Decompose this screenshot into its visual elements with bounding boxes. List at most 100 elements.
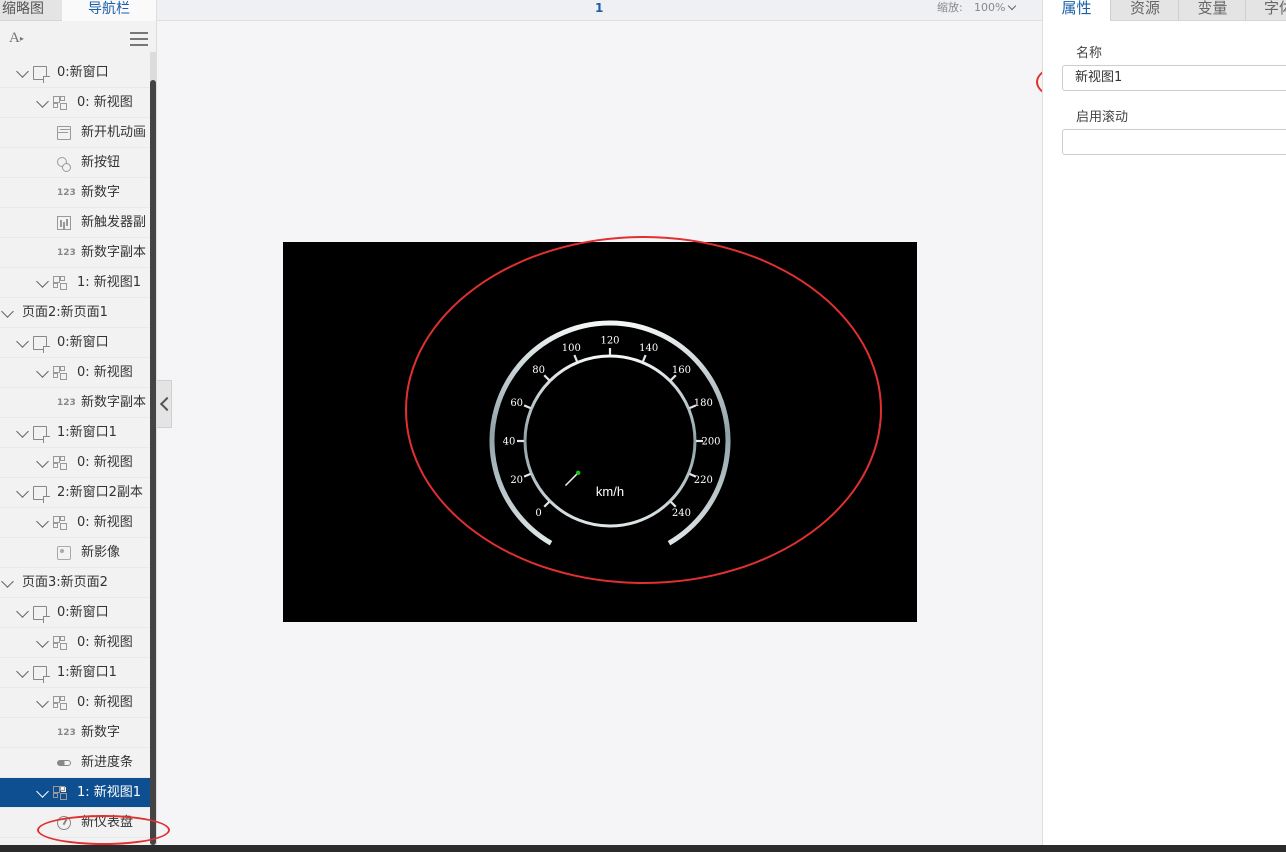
tree-item-label: 新开机动画 — [81, 125, 147, 140]
chevron-down-icon[interactable] — [36, 635, 49, 648]
button-icon — [57, 157, 71, 172]
gauge-tick-label: 120 — [600, 336, 619, 347]
gauge-tick-label: 220 — [694, 475, 713, 486]
tab-navigator[interactable]: 导航栏 — [62, 0, 156, 21]
tab-resources[interactable]: 资源 — [1112, 0, 1179, 21]
window-icon — [33, 66, 50, 83]
navigation-panel: 缩略图 导航栏 A▸ 0:新窗口 0: 新视图 新开机动画 新按钮 123 新数字 新触发器… — [0, 0, 157, 852]
number-icon: 123 — [57, 398, 76, 408]
view-icon — [53, 96, 67, 110]
zoom-select[interactable]: 100% — [974, 0, 1005, 16]
tree-item-label: 页面3:新页面2 — [22, 575, 108, 590]
chevron-down-icon[interactable] — [1, 305, 14, 318]
view-icon — [53, 636, 67, 650]
tree-item-label: 0: 新视图 — [77, 695, 133, 710]
tree-item[interactable]: 新进度条 — [0, 748, 150, 778]
chevron-down-icon[interactable] — [36, 365, 49, 378]
chevron-down-icon[interactable] — [16, 65, 29, 78]
view-icon — [53, 366, 67, 380]
tree-item[interactable]: 0: 新视图 — [0, 448, 150, 478]
chevron-down-icon[interactable] — [16, 665, 29, 678]
tab-fonts[interactable]: 字体 — [1247, 0, 1286, 21]
tree-scrollbar-thumb[interactable] — [150, 80, 156, 845]
tree-item[interactable]: 1: 新视图1 — [0, 778, 150, 808]
tab-variables[interactable]: 变量 — [1180, 0, 1246, 21]
tree-item-label: 新数字副本 — [81, 245, 147, 260]
chevron-down-icon[interactable] — [36, 455, 49, 468]
chevron-down-icon[interactable] — [1007, 1, 1017, 11]
chevron-down-icon[interactable] — [36, 275, 49, 288]
gauge-tick-label: 40 — [503, 437, 516, 448]
window-icon — [33, 426, 50, 443]
chevron-down-icon[interactable] — [16, 335, 29, 348]
tree-item[interactable]: 新影像 — [0, 538, 150, 568]
properties-panel: 属性 资源 变量 字体 名称 新视图1 启用滚动 — [1042, 0, 1286, 852]
chevron-down-icon[interactable] — [16, 485, 29, 498]
name-label: 名称 — [1076, 46, 1103, 61]
tree-item[interactable]: 新开机动画 — [0, 118, 150, 148]
gauge-tick-label: 0 — [535, 508, 541, 519]
chevron-down-icon[interactable] — [36, 515, 49, 528]
tree-item-label: 新触发器副 — [81, 215, 147, 230]
tree-item[interactable]: 1: 新视图1 — [0, 268, 150, 298]
tree-item[interactable]: 1:新窗口1 — [0, 418, 150, 448]
name-field[interactable]: 新视图1 — [1062, 65, 1286, 91]
view-icon — [53, 516, 67, 530]
tree-item-label: 0:新窗口 — [57, 335, 109, 350]
tree-item[interactable]: 新按钮 — [0, 148, 150, 178]
tree-item[interactable]: 123 新数字 — [0, 718, 150, 748]
tree-item-label: 新进度条 — [81, 755, 134, 770]
tree-item[interactable]: 0:新窗口 — [0, 598, 150, 628]
tree-item[interactable]: 123 新数字副本 — [0, 238, 150, 268]
tree-item[interactable]: 0:新窗口 — [0, 328, 150, 358]
collapse-panel-button[interactable] — [157, 380, 172, 428]
right-tab-bar: 属性 资源 变量 字体 — [1043, 0, 1286, 21]
gauge-tick-label: 60 — [510, 398, 523, 409]
window-icon — [33, 666, 50, 683]
menu-icon[interactable] — [130, 32, 148, 46]
chevron-down-icon[interactable] — [36, 785, 49, 798]
tree-item-label: 页面2:新页面1 — [22, 305, 108, 320]
tree-item[interactable]: 123 新数字 — [0, 178, 150, 208]
tree-item[interactable]: 0: 新视图 — [0, 88, 150, 118]
chevron-down-icon[interactable] — [16, 605, 29, 618]
scroll-label: 启用滚动 — [1076, 110, 1129, 125]
left-tab-bar: 缩略图 导航栏 — [0, 0, 156, 21]
tree-item[interactable]: 新仪表盘 — [0, 808, 150, 838]
gauge-tick-label: 80 — [532, 365, 545, 376]
tree-item[interactable]: 0: 新视图 — [0, 508, 150, 538]
scroll-select[interactable] — [1062, 129, 1286, 155]
tree-item[interactable]: 1:新窗口1 — [0, 658, 150, 688]
tree-item-label: 1:新窗口1 — [57, 665, 117, 680]
number-icon: 123 — [57, 188, 76, 198]
chevron-down-icon[interactable] — [1, 575, 14, 588]
chevron-down-icon[interactable] — [36, 695, 49, 708]
tab-properties[interactable]: 属性 — [1043, 0, 1111, 21]
trigger-icon — [57, 216, 71, 230]
tree-item[interactable]: 0: 新视图 — [0, 628, 150, 658]
tree-item-label: 1:新窗口1 — [57, 425, 117, 440]
gauge-needle-tip — [575, 470, 581, 476]
gauge-tick — [523, 472, 531, 478]
tree-item[interactable]: 页面3:新页面2 — [0, 568, 150, 598]
canvas-topbar: 1 缩放: 100% — [157, 0, 1042, 21]
speedometer-gauge[interactable]: 0 20 40 60 80 100 120 140 160 180 200 220 240 km/h — [283, 242, 917, 622]
chevron-down-icon[interactable] — [16, 425, 29, 438]
tree-item[interactable]: 2:新窗口2副本 — [0, 478, 150, 508]
tab-thumbnail[interactable]: 缩略图 — [0, 0, 60, 21]
tree-item-label: 0: 新视图 — [77, 635, 133, 650]
tree-item[interactable]: 0: 新视图 — [0, 358, 150, 388]
tree-item-label: 新数字副本 — [81, 395, 147, 410]
tree-item[interactable]: 0: 新视图 — [0, 688, 150, 718]
view-icon — [53, 696, 67, 710]
tree-item[interactable]: 新触发器副 — [0, 208, 150, 238]
chevron-down-icon[interactable] — [36, 95, 49, 108]
tree-item-label: 0: 新视图 — [77, 455, 133, 470]
design-canvas[interactable]: 0 20 40 60 80 100 120 140 160 180 200 220 240 km/h — [283, 242, 917, 622]
tree-item-label: 0:新窗口 — [57, 65, 109, 80]
tree-item[interactable]: 123 新数字副本 — [0, 388, 150, 418]
tree-item[interactable]: 页面2:新页面1 — [0, 298, 150, 328]
tree-item[interactable]: 0:新窗口 — [0, 58, 150, 88]
tree-item-label: 新数字 — [81, 185, 121, 200]
font-size-icon[interactable]: A▸ — [9, 30, 24, 47]
